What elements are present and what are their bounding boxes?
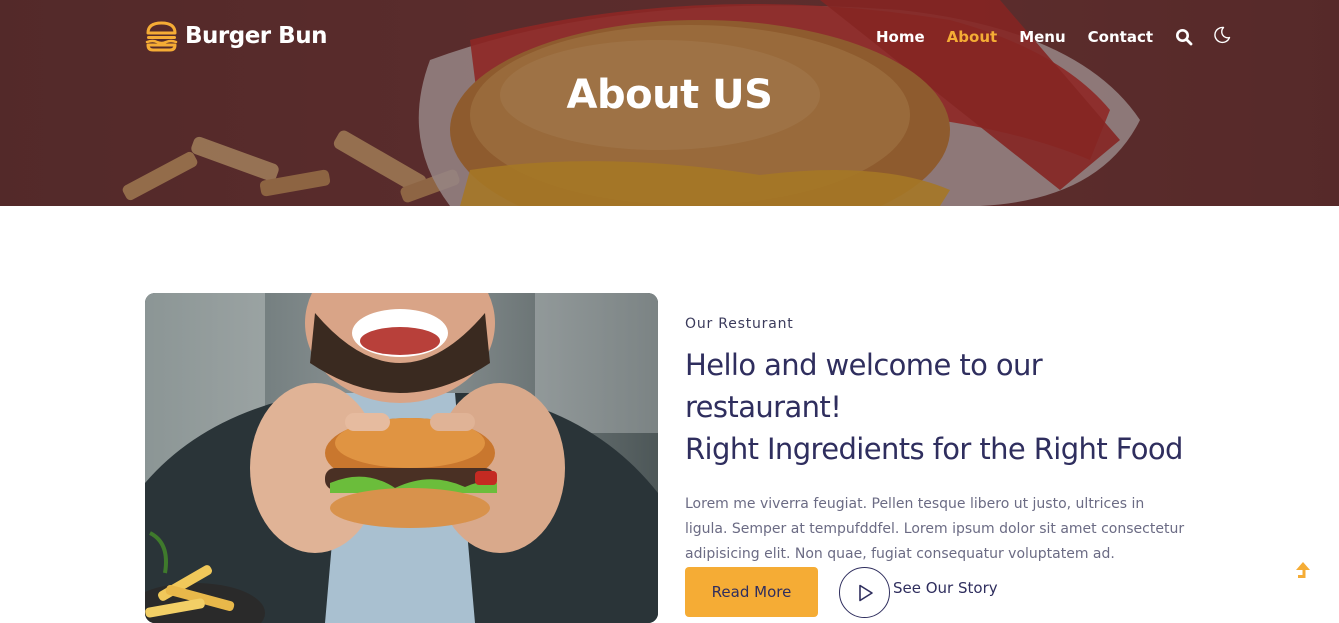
play-icon bbox=[858, 584, 873, 601]
nav-item-about[interactable]: About bbox=[947, 28, 998, 46]
section-description: Lorem me viverra feugiat. Pellen tesque … bbox=[685, 496, 1185, 562]
search-icon[interactable] bbox=[1175, 28, 1193, 46]
brand-name: Burger Bun bbox=[185, 23, 327, 49]
page-title: About US bbox=[566, 72, 773, 118]
about-content: Our Resturant Hello and welcome to our r… bbox=[685, 316, 1205, 567]
burger-icon bbox=[145, 21, 178, 52]
man-eating-burger-image bbox=[145, 293, 658, 623]
heading-line-1: Hello and welcome to our restaurant! bbox=[685, 348, 1043, 424]
heading-line-2: Right Ingredients for the Right Food bbox=[685, 432, 1183, 466]
scroll-top-icon[interactable] bbox=[1292, 560, 1314, 584]
main-nav: Home About Menu Contact bbox=[876, 26, 1231, 48]
section-heading: Hello and welcome to our restaurant! Rig… bbox=[685, 344, 1205, 470]
section-eyebrow: Our Resturant bbox=[685, 316, 794, 332]
play-button[interactable] bbox=[839, 567, 890, 618]
moon-icon[interactable] bbox=[1213, 26, 1231, 44]
hero-banner: Burger Bun Home About Menu Contact About… bbox=[0, 0, 1339, 206]
nav-item-home[interactable]: Home bbox=[876, 28, 925, 46]
nav-item-contact[interactable]: Contact bbox=[1088, 28, 1153, 46]
brand-logo[interactable]: Burger Bun bbox=[145, 20, 327, 52]
nav-item-menu[interactable]: Menu bbox=[1019, 28, 1065, 46]
see-story-label: See Our Story bbox=[893, 578, 998, 597]
about-photo bbox=[145, 293, 658, 623]
see-story-button[interactable]: See Our Story bbox=[839, 567, 998, 618]
about-actions: Read More See Our Story bbox=[685, 566, 998, 618]
read-more-button[interactable]: Read More bbox=[685, 567, 818, 617]
